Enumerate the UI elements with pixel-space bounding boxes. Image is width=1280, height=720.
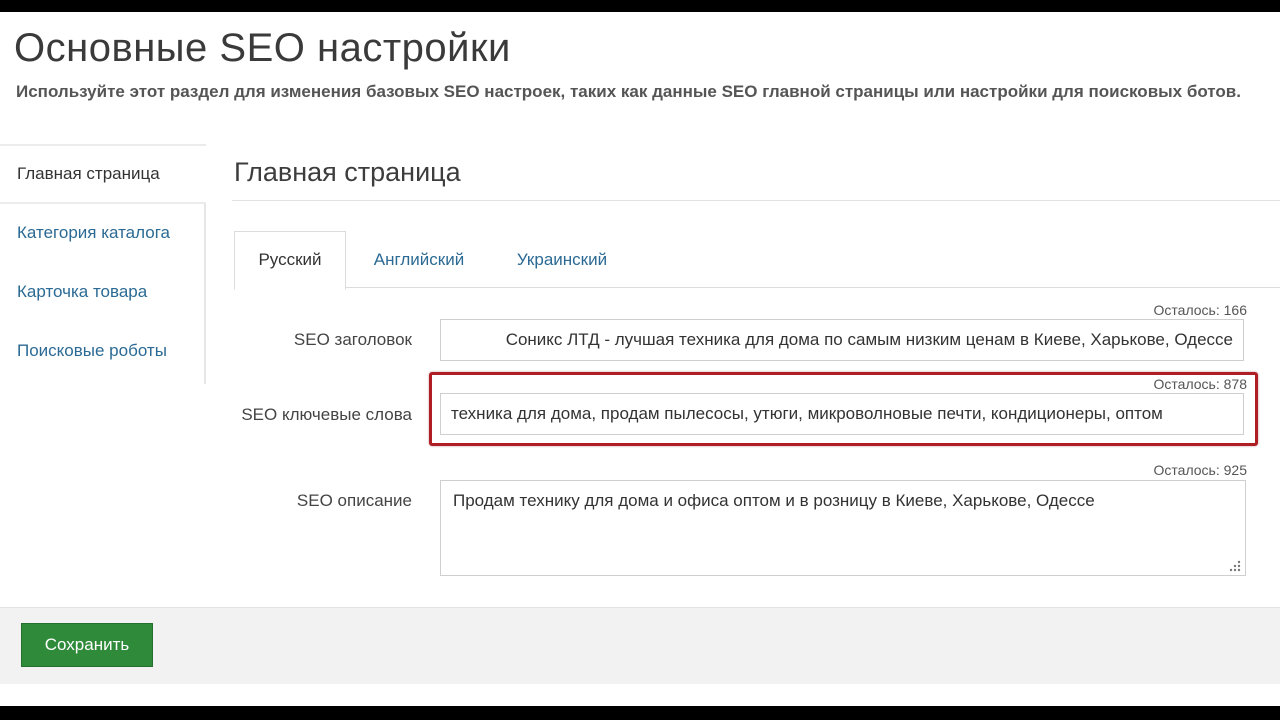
sidebar-item-search-robots[interactable]: Поисковые роботы xyxy=(17,341,167,361)
seo-keywords-input[interactable]: техника для дома, продам пылесосы, утюги… xyxy=(440,393,1244,435)
tab-english[interactable]: Английский xyxy=(357,232,481,287)
seo-description-counter: Осталось: 925 xyxy=(1153,462,1247,478)
tab-russian[interactable]: Русский xyxy=(234,231,346,290)
page-subtitle: Используйте этот раздел для изменения ба… xyxy=(16,82,1241,101)
sidebar-item-product-card[interactable]: Карточка товара xyxy=(17,282,147,302)
save-button[interactable]: Сохранить xyxy=(21,623,153,667)
seo-description-value: Продам технику для дома и офиса оптом и … xyxy=(453,491,1095,510)
tabs-baseline xyxy=(234,287,1280,288)
seo-keywords-label: SEO ключевые слова xyxy=(241,405,412,424)
sidebar-item-catalog-category[interactable]: Категория каталога xyxy=(17,223,170,243)
page-title: Основные SEO настройки xyxy=(14,26,511,70)
section-divider xyxy=(232,200,1280,201)
page: Основные SEO настройки Используйте этот … xyxy=(0,12,1280,706)
seo-title-input[interactable]: Соникс ЛТД - лучшая техника для дома по … xyxy=(440,319,1244,361)
seo-title-label: SEO заголовок xyxy=(293,330,412,349)
section-title: Главная страница xyxy=(234,157,461,187)
sidebar: Главная страница Категория каталога Карт… xyxy=(0,144,206,384)
seo-description-label: SEO описание xyxy=(296,491,412,510)
seo-keywords-counter: Осталось: 878 xyxy=(1153,376,1247,392)
sidebar-item-home[interactable]: Главная страница xyxy=(17,164,160,184)
tab-ukrainian[interactable]: Украинский xyxy=(500,232,624,287)
footer-bar xyxy=(0,607,1280,684)
resize-handle-icon[interactable] xyxy=(1227,558,1241,572)
seo-title-counter: Осталось: 166 xyxy=(1153,302,1247,318)
seo-description-textarea[interactable]: Продам технику для дома и офиса оптом и … xyxy=(440,480,1246,576)
